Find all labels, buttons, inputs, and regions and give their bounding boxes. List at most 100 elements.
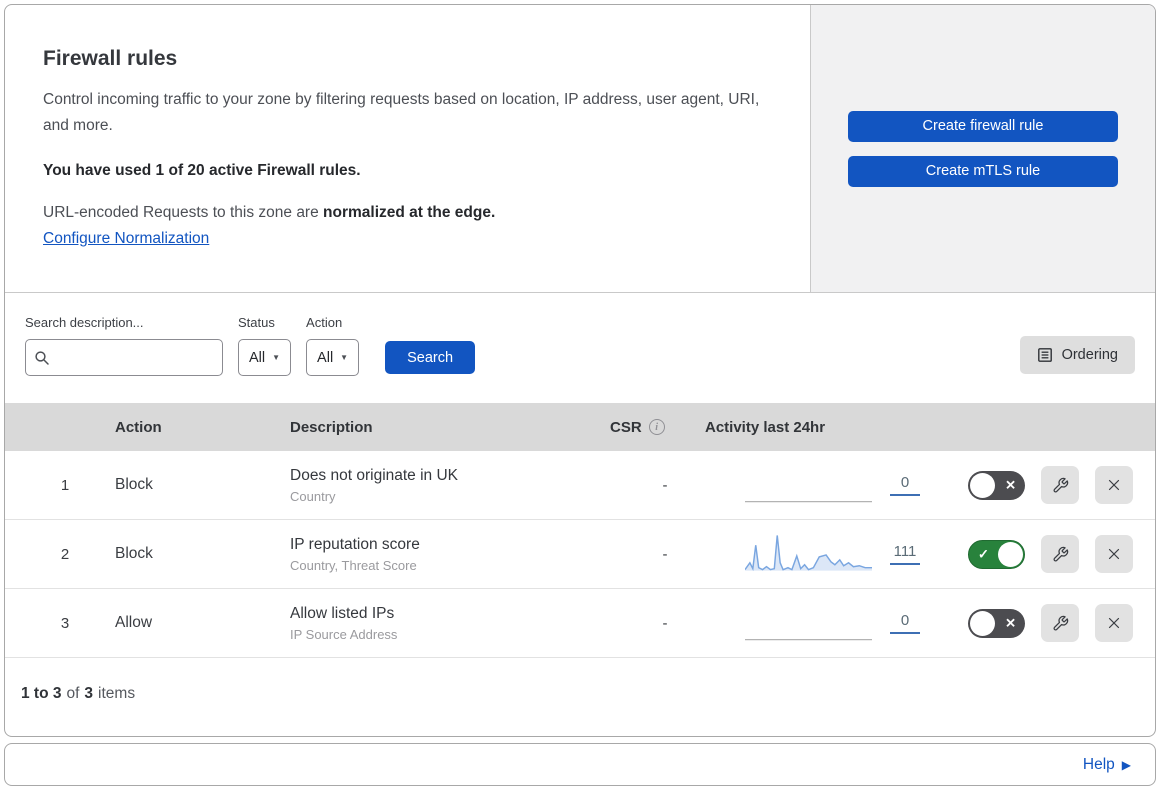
row-index: 2: [60, 545, 70, 563]
close-icon: [1108, 548, 1120, 560]
help-link[interactable]: Help ▶: [1083, 756, 1131, 774]
arrow-right-icon: ▶: [1121, 757, 1131, 772]
table-header: Action Description CSR i Activity last 2…: [5, 403, 1155, 451]
row-description: Does not originate in UK: [290, 466, 459, 484]
actions-panel: Create firewall rule Create mTLS rule: [810, 5, 1155, 292]
page-description: Control incoming traffic to your zone by…: [43, 91, 760, 135]
list-icon: [1037, 348, 1052, 362]
row-csr-value: -: [662, 545, 668, 563]
info-icon[interactable]: i: [648, 419, 665, 435]
row-controls: ✓: [920, 535, 1155, 573]
row-description-cell: Allow listed IPs IP Source Address: [285, 605, 605, 642]
row-description: IP reputation score: [290, 535, 420, 553]
wrench-icon: [1053, 546, 1068, 561]
toggle-knob: [970, 610, 995, 636]
wrench-icon: [1053, 615, 1068, 630]
search-label: Search description...: [25, 315, 144, 330]
help-label: Help: [1082, 755, 1115, 773]
row-description-cell: Does not originate in UK Country: [285, 467, 605, 504]
table-row: 3 Allow Allow listed IPs IP Source Addre…: [5, 589, 1155, 658]
page-title: Firewall rules: [43, 47, 178, 70]
table-body: 1 Block Does not originate in UK Country…: [5, 451, 1155, 658]
toggle-state-icon: ✕: [1005, 615, 1016, 631]
usage-summary: You have used 1 of 20 active Firewall ru…: [43, 161, 361, 179]
search-input-wrapper: [25, 339, 223, 376]
table-row: 2 Block IP reputation score Country, Thr…: [5, 520, 1155, 589]
edit-rule-button[interactable]: [1041, 535, 1079, 573]
enable-toggle[interactable]: ✕: [968, 608, 1025, 638]
wrench-icon: [1053, 477, 1068, 492]
row-action: Block: [115, 545, 153, 562]
table-row: 1 Block Does not originate in UK Country…: [5, 451, 1155, 520]
status-label: Status: [238, 315, 275, 330]
ordering-label: Ordering: [1061, 347, 1118, 363]
status-select[interactable]: All ▼: [238, 339, 292, 376]
normalization-bold: normalized at the edge.: [323, 203, 496, 221]
toggle-state-icon: ✓: [978, 546, 989, 562]
status-value: All: [249, 349, 266, 366]
row-fields: Country: [290, 488, 336, 504]
activity-count-link[interactable]: 111: [890, 543, 920, 565]
ordering-button[interactable]: Ordering: [1019, 336, 1135, 374]
row-action: Block: [115, 476, 153, 493]
firewall-rules-card: Firewall rules Control incoming traffic …: [4, 4, 1156, 737]
action-label: Action: [306, 315, 343, 330]
toggle-state-icon: ✕: [1005, 477, 1016, 493]
row-controls: ✕: [920, 466, 1155, 504]
edit-rule-button[interactable]: [1041, 604, 1079, 642]
chevron-down-icon: ▼: [272, 353, 281, 362]
close-icon: [1108, 617, 1120, 629]
pagination-range: 1 to 3: [21, 684, 62, 702]
pagination-of: of: [66, 684, 80, 702]
row-description: Allow listed IPs: [290, 604, 395, 622]
search-icon: [35, 350, 49, 365]
create-firewall-rule-button[interactable]: Create firewall rule: [848, 110, 1118, 142]
action-column-header: Action: [115, 418, 162, 436]
activity-sparkline: [745, 501, 872, 503]
pagination-items: items: [98, 684, 136, 702]
row-action: Allow: [115, 614, 153, 631]
action-value: All: [317, 349, 334, 366]
hero-section: Firewall rules Control incoming traffic …: [5, 5, 1155, 293]
search-input[interactable]: [50, 348, 214, 367]
row-index: 1: [60, 476, 70, 494]
delete-rule-button[interactable]: [1095, 466, 1133, 504]
enable-toggle[interactable]: ✕: [968, 470, 1025, 500]
enable-toggle[interactable]: ✓: [968, 539, 1025, 569]
pagination-total: 3: [84, 684, 94, 702]
delete-rule-button[interactable]: [1095, 604, 1133, 642]
description-column-header: Description: [290, 418, 373, 436]
filter-bar: Search description... Status All ▼ Actio…: [5, 293, 1155, 403]
help-bar: Help ▶: [4, 743, 1156, 786]
row-activity-cell: 0: [700, 464, 920, 506]
activity-count-link[interactable]: 0: [890, 612, 920, 634]
normalization-text: URL-encoded Requests to this zone are: [43, 203, 324, 221]
toggle-knob: [998, 541, 1023, 567]
row-index: 3: [60, 614, 70, 632]
row-activity-cell: 0: [700, 602, 920, 644]
activity-sparkline: [745, 639, 872, 641]
row-fields: Country, Threat Score: [290, 557, 417, 573]
chevron-down-icon: ▼: [340, 353, 349, 362]
close-icon: [1108, 479, 1120, 491]
normalization-note: URL-encoded Requests to this zone are no…: [43, 204, 770, 222]
search-button[interactable]: Search: [385, 341, 476, 374]
pagination: 1 to 3 of 3 items: [5, 658, 1155, 729]
row-controls: ✕: [920, 604, 1155, 642]
row-fields: IP Source Address: [290, 626, 398, 642]
action-select[interactable]: All ▼: [306, 339, 360, 376]
delete-rule-button[interactable]: [1095, 535, 1133, 573]
activity-sparkline: [745, 535, 872, 572]
toggle-knob: [970, 472, 995, 498]
configure-normalization-link[interactable]: Configure Normalization: [43, 230, 209, 248]
row-activity-cell: 111: [700, 533, 920, 575]
edit-rule-button[interactable]: [1041, 466, 1079, 504]
row-description-cell: IP reputation score Country, Threat Scor…: [285, 536, 605, 573]
csr-column-header: CSR i: [605, 419, 700, 436]
create-mtls-rule-button[interactable]: Create mTLS rule: [848, 155, 1118, 187]
hero-text: Firewall rules Control incoming traffic …: [5, 5, 810, 292]
row-csr-value: -: [662, 476, 668, 494]
activity-column-header: Activity last 24hr: [705, 418, 826, 436]
activity-count-link[interactable]: 0: [890, 474, 920, 496]
row-csr-value: -: [662, 614, 668, 632]
